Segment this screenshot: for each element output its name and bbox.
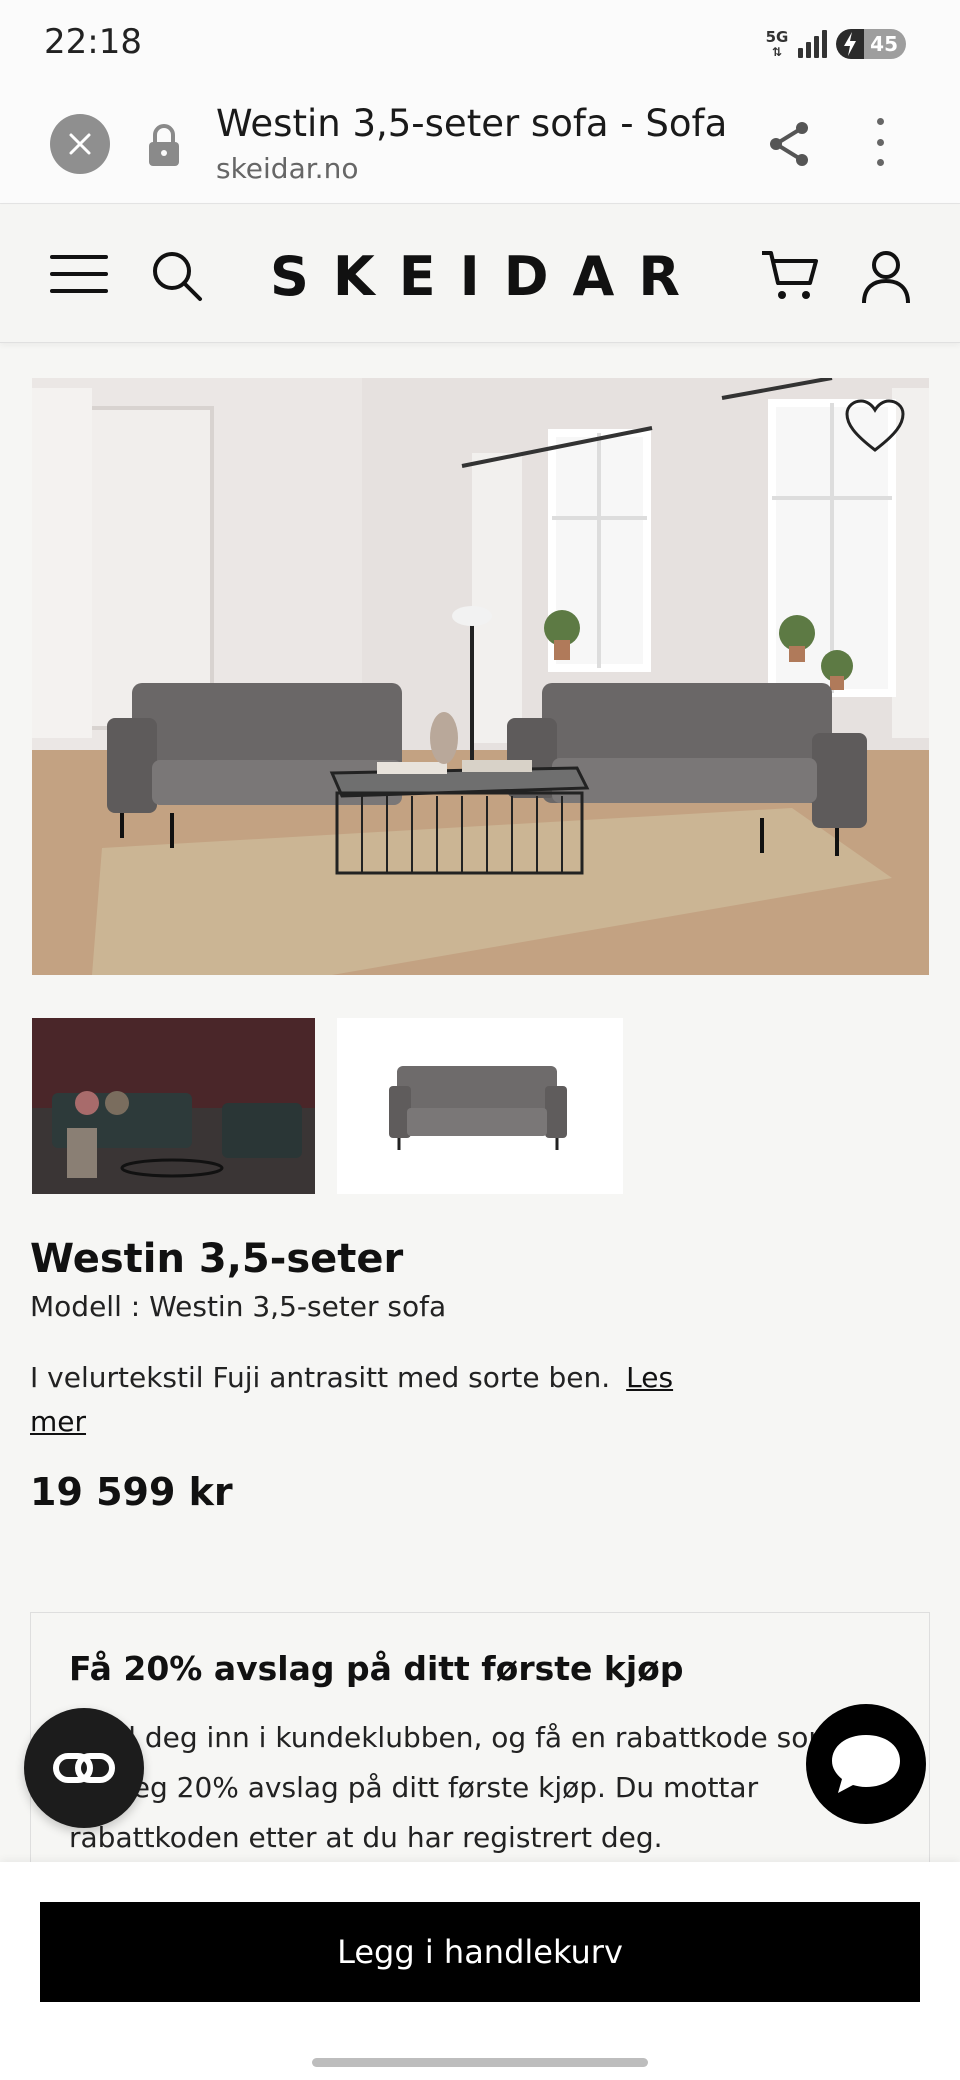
page-url[interactable]: skeidar.no <box>216 152 358 185</box>
status-bar: 22:18 5G ⇅ 45 <box>0 0 960 88</box>
status-time: 22:18 <box>44 22 142 62</box>
battery-icon: 45 <box>836 29 906 59</box>
cart-icon[interactable] <box>760 249 820 303</box>
close-icon <box>69 133 91 155</box>
product-name: Westin 3,5-seter <box>30 1236 404 1282</box>
network-5g-icon: 5G ⇅ <box>765 27 789 59</box>
signal-icon <box>798 30 828 58</box>
chat-bubble-icon <box>832 1735 900 1793</box>
promo-title: Få 20% avslag på ditt første kjøp <box>69 1649 684 1688</box>
product-thumbnail[interactable] <box>337 1018 623 1194</box>
product-main-image[interactable] <box>32 378 929 975</box>
close-tab-button[interactable] <box>50 114 110 174</box>
favorite-heart-icon[interactable] <box>844 398 906 454</box>
browser-bar: Westin 3,5-seter sofa - Sofa skeidar.no <box>0 88 960 204</box>
accessibility-button[interactable] <box>24 1708 144 1828</box>
product-model: Modell : Westin 3,5-seter sofa <box>30 1290 447 1323</box>
battery-percent: 45 <box>870 32 898 56</box>
page-title[interactable]: Westin 3,5-seter sofa - Sofa <box>216 102 727 145</box>
search-icon[interactable] <box>150 249 204 303</box>
product-price: 19 599 kr <box>30 1470 233 1514</box>
site-logo[interactable]: SKEIDAR <box>270 245 690 308</box>
promo-text: Meld deg inn i kundeklubben, og få en ra… <box>69 1721 836 1854</box>
home-indicator[interactable] <box>312 2058 648 2067</box>
site-header: SKEIDAR <box>0 205 960 343</box>
chat-button[interactable] <box>806 1704 926 1824</box>
lock-icon[interactable] <box>146 122 182 168</box>
product-description: I velurtekstil Fuji antrasitt med sorte … <box>30 1361 674 1438</box>
add-to-cart-button[interactable]: Legg i handlekurv <box>40 1902 920 2002</box>
user-icon[interactable] <box>860 249 912 305</box>
share-icon[interactable] <box>766 120 812 168</box>
link-icon <box>53 1753 115 1783</box>
promo-box: Få 20% avslag på ditt første kjøp Meld d… <box>30 1612 930 1862</box>
bottom-action-bar: Legg i handlekurv <box>0 1862 960 2080</box>
product-thumbnail[interactable] <box>32 1018 315 1194</box>
menu-icon[interactable] <box>50 255 108 293</box>
status-icons: 5G ⇅ 45 <box>764 26 906 62</box>
more-vertical-icon[interactable] <box>872 118 888 166</box>
